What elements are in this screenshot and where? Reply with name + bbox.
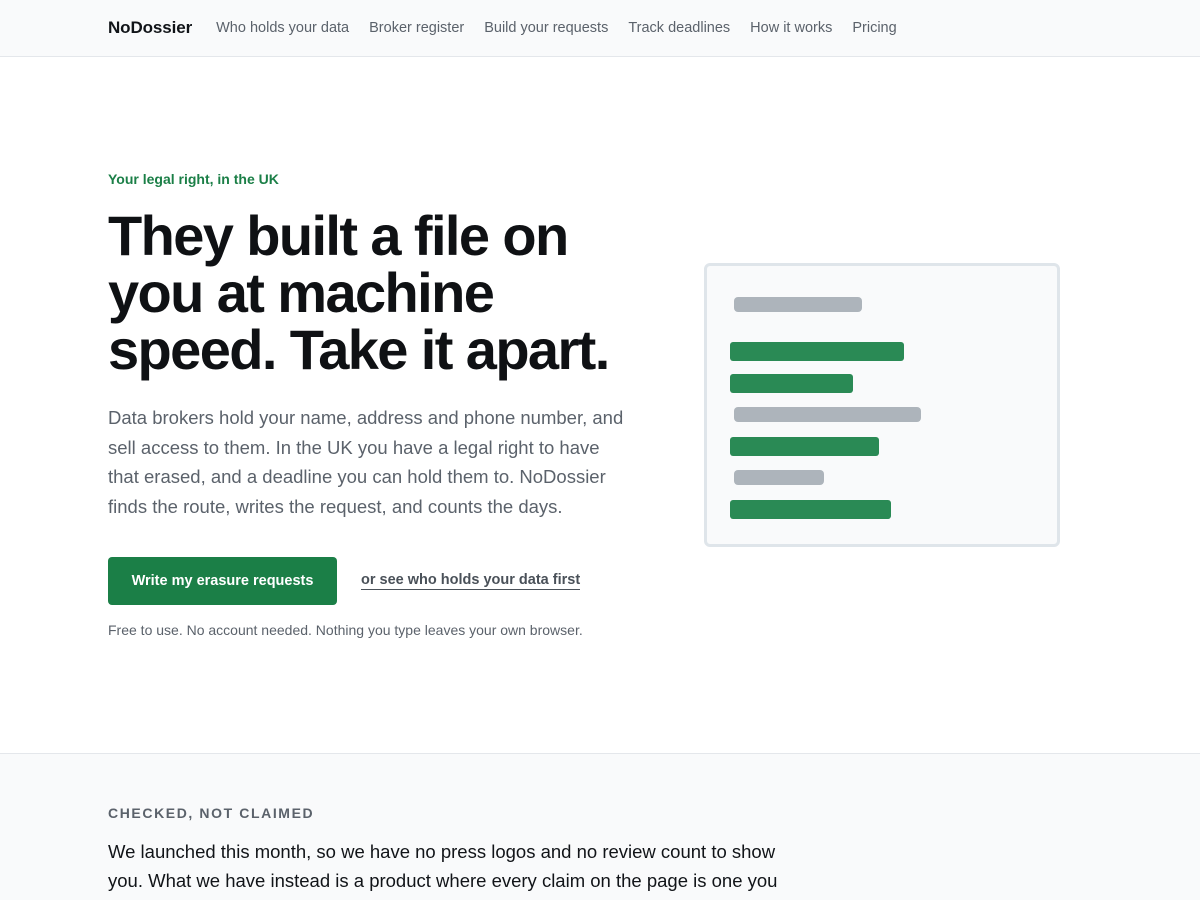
- see-who-holds-data-link[interactable]: or see who holds your data first: [361, 571, 581, 590]
- top-nav: NoDossier Who holds your data Broker reg…: [0, 0, 1200, 57]
- nav-link-how-it-works[interactable]: How it works: [750, 20, 832, 36]
- section-body: We launched this month, so we have no pr…: [108, 841, 778, 891]
- hero-headline: They built a file on you at machine spee…: [108, 204, 610, 381]
- section-kicker: CHECKED, NOT CLAIMED: [108, 805, 315, 821]
- nav-link-build-your-requests[interactable]: Build your requests: [484, 20, 608, 36]
- dossier-line-green: [730, 500, 891, 519]
- nav-links: Who holds your data Broker register Buil…: [216, 20, 917, 36]
- hero-lede: Data brokers hold your name, address and…: [108, 407, 624, 517]
- checked-not-claimed-section: CHECKED, NOT CLAIMED We launched this mo…: [0, 753, 1200, 900]
- dossier-line-grey: [734, 470, 824, 485]
- nav-link-pricing[interactable]: Pricing: [852, 20, 896, 36]
- nav-link-track-deadlines[interactable]: Track deadlines: [628, 20, 730, 36]
- dossier-illustration: [704, 263, 1060, 547]
- dossier-line-green: [730, 437, 879, 456]
- dossier-line-grey: [734, 407, 921, 422]
- hero-eyebrow: Your legal right, in the UK: [108, 171, 279, 187]
- hero-fineprint: Free to use. No account needed. Nothing …: [108, 622, 583, 638]
- nav-link-who-holds-your-data[interactable]: Who holds your data: [216, 20, 349, 36]
- nav-link-broker-register[interactable]: Broker register: [369, 20, 464, 36]
- write-erasure-requests-button[interactable]: Write my erasure requests: [108, 557, 337, 605]
- brand-logo[interactable]: NoDossier: [108, 18, 192, 38]
- dossier-line-grey: [734, 297, 862, 312]
- dossier-line-green: [730, 374, 853, 393]
- dossier-line-green: [730, 342, 904, 361]
- hero-section: Your legal right, in the UK They built a…: [0, 57, 1200, 753]
